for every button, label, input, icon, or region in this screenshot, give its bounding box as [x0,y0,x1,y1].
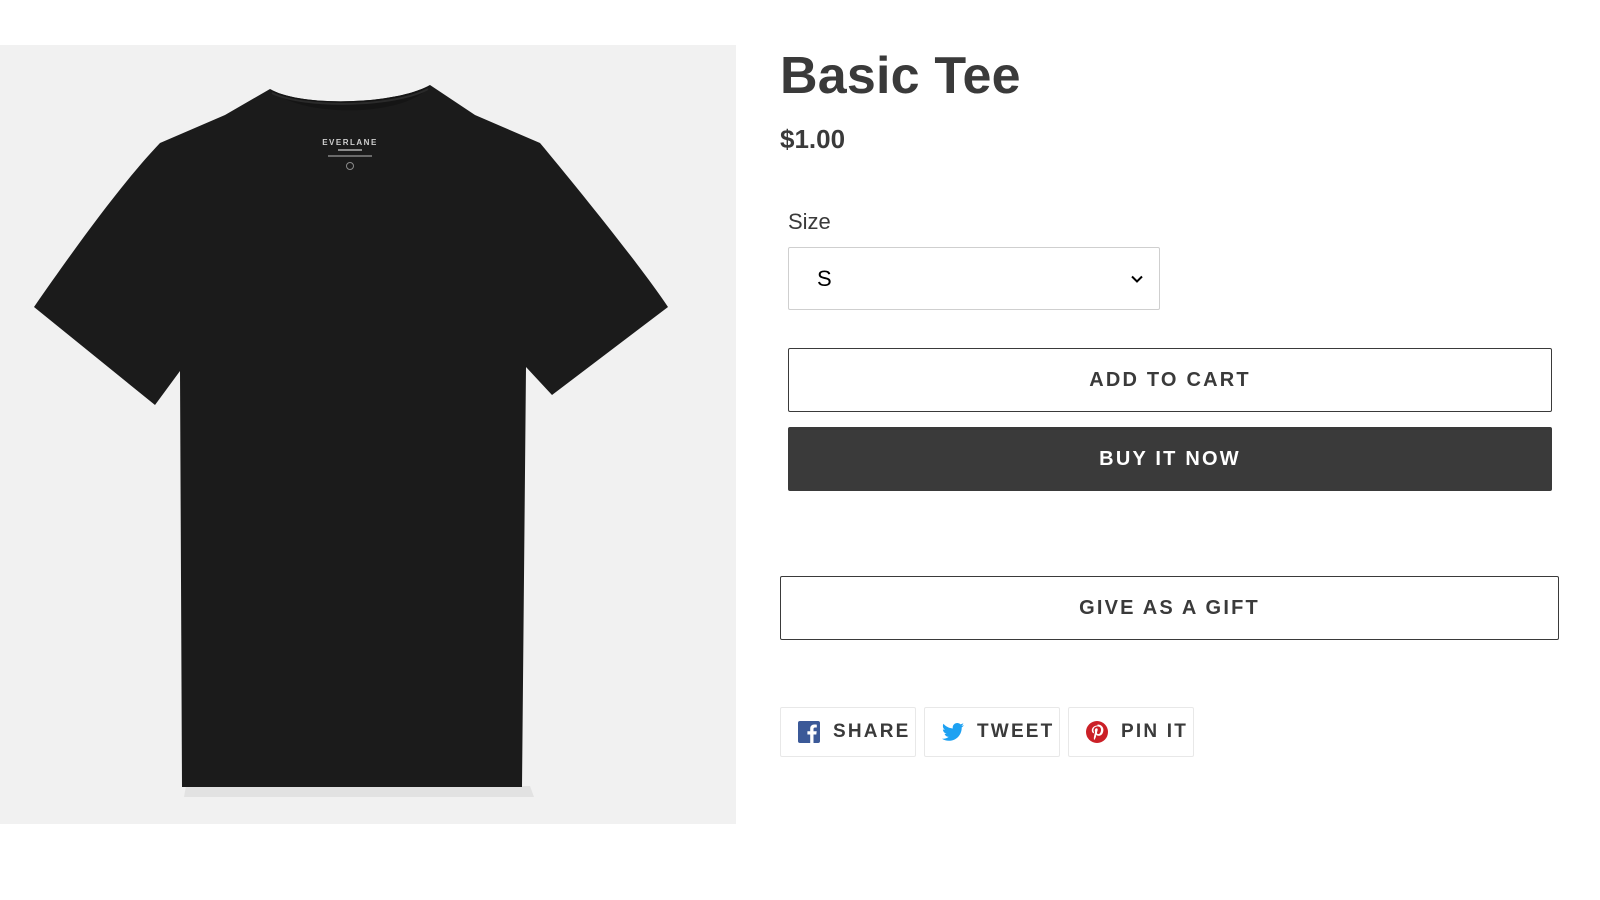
share-pinterest-label: PIN IT [1121,721,1189,742]
add-to-cart-button[interactable]: ADD TO CART [788,348,1552,412]
chevron-down-icon [1131,275,1143,283]
size-select[interactable]: S [788,247,1160,310]
product-page: EVERLANE Basic Tee $1.00 Size S ADD TO C… [0,0,1600,900]
pinterest-icon [1085,720,1109,744]
product-title: Basic Tee [780,47,1021,105]
size-label: Size [788,209,831,234]
share-facebook-button[interactable]: SHARE [780,707,916,757]
share-pinterest-button[interactable]: PIN IT [1068,707,1194,757]
size-select-value: S [817,266,832,291]
product-image[interactable]: EVERLANE [0,45,736,824]
tshirt-image: EVERLANE [34,85,668,797]
buy-it-now-button[interactable]: BUY IT NOW [788,427,1552,491]
twitter-icon [941,720,965,744]
share-facebook-label: SHARE [833,721,911,742]
give-as-gift-button[interactable]: GIVE AS A GIFT [780,576,1559,640]
share-twitter-button[interactable]: TWEET [924,707,1060,757]
product-price: $1.00 [780,124,846,154]
share-twitter-label: TWEET [977,721,1055,742]
brand-label: EVERLANE [322,138,378,147]
facebook-icon [797,720,821,744]
